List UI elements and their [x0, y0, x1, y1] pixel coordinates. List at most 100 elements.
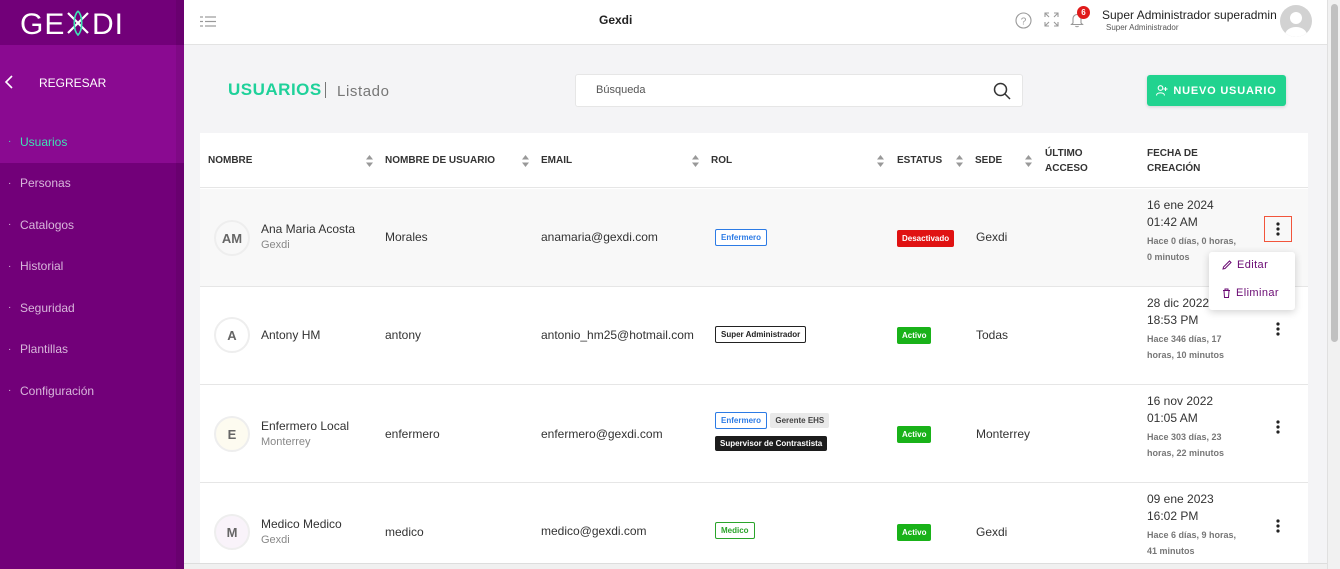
- sidebar-item-usuarios[interactable]: · Usuarios: [0, 121, 184, 163]
- table-row[interactable]: AM Ana Maria Acosta Gexdi Morales anamar…: [200, 189, 1308, 287]
- help-icon[interactable]: ?: [1015, 12, 1032, 29]
- table-row[interactable]: A Antony HM antony antonio_hm25@hotmail.…: [200, 287, 1308, 385]
- sort-icon[interactable]: [877, 154, 884, 167]
- role-badge: Supervisor de Contrastista: [715, 436, 828, 451]
- sort-icon[interactable]: [366, 154, 373, 167]
- created-date-cell: 09 ene 2023 16:02 PM Hace 6 días, 9 hora…: [1147, 491, 1242, 559]
- column-header-sede[interactable]: SEDE: [975, 133, 1025, 188]
- new-user-button[interactable]: NUEVO USUARIO: [1147, 75, 1286, 106]
- kebab-icon: [1276, 420, 1280, 434]
- svg-text:DI: DI: [92, 8, 124, 40]
- status-badge: Desactivado: [897, 230, 955, 247]
- sort-icon[interactable]: [956, 154, 963, 167]
- sort-icon[interactable]: [522, 154, 529, 167]
- table-row[interactable]: M Medico Medico Gexdi medico medico@gexd…: [200, 483, 1308, 569]
- sede-cell: Gexdi: [976, 230, 1008, 244]
- sidebar-item-configuracion[interactable]: · Configuración: [0, 370, 184, 412]
- role-badge: Enfermero: [715, 229, 768, 246]
- row-actions-button[interactable]: [1264, 216, 1292, 242]
- page-title: USUARIOS: [228, 80, 322, 99]
- sede-cell: Monterrey: [976, 427, 1031, 441]
- user-avatar[interactable]: [1280, 5, 1312, 37]
- created-date-cell: 16 nov 2022 01:05 AM Hace 303 días, 23 h…: [1147, 393, 1242, 461]
- menu-item-edit[interactable]: Editar: [1222, 259, 1268, 271]
- column-header-estatus[interactable]: ESTATUS: [897, 133, 957, 188]
- column-header-nombre-usuario[interactable]: NOMBRE DE USUARIO: [385, 133, 515, 188]
- kebab-icon: [1276, 322, 1280, 336]
- sort-icon[interactable]: [1025, 154, 1032, 167]
- created-time: 01:42 AM: [1147, 215, 1198, 229]
- user-name-cell: Ana Maria Acosta: [261, 222, 356, 236]
- trash-icon: [1223, 288, 1230, 298]
- email-cell: antonio_hm25@hotmail.com: [541, 328, 694, 342]
- user-name-cell: Enfermero Local: [261, 419, 350, 433]
- user-role: Super Administrador: [1106, 23, 1179, 32]
- created-ago: Hace 6 días, 9 horas, 41 minutos: [1147, 530, 1237, 556]
- sidebar-item-label: Plantillas: [20, 342, 69, 357]
- role-badge: Super Administrador: [715, 326, 807, 343]
- avatar: A: [214, 317, 250, 353]
- username-cell: medico: [385, 525, 424, 539]
- menu-item-label: Editar: [1237, 259, 1269, 271]
- back-button[interactable]: REGRESAR: [0, 45, 184, 121]
- row-actions-menu: Editar Eliminar: [1209, 252, 1295, 310]
- user-name-cell: Medico Medico: [261, 517, 342, 531]
- column-header-ultimo-acceso[interactable]: ÚLTIMO ACCESO: [1045, 133, 1105, 188]
- role-badge: Medico: [715, 522, 755, 539]
- column-header-nombre[interactable]: NOMBRE: [208, 133, 358, 188]
- column-header-fecha-creacion[interactable]: FECHA DE CREACIÓN: [1147, 133, 1227, 188]
- sidebar-item-personas[interactable]: · Personas: [0, 163, 184, 205]
- user-org-cell: Gexdi: [261, 534, 290, 546]
- created-time: 16:02 PM: [1147, 509, 1199, 523]
- sidebar-item-label: Seguridad: [20, 300, 75, 315]
- email-cell: anamaria@gexdi.com: [541, 230, 658, 244]
- scrollbar-thumb[interactable]: [1331, 4, 1338, 342]
- sort-icon[interactable]: [692, 154, 699, 167]
- role-cell: Medico: [715, 522, 755, 539]
- sidebar-edge: [176, 0, 184, 569]
- title-divider: [325, 82, 326, 98]
- app-logo: GE DI: [0, 0, 184, 45]
- role-badge: Enfermero: [715, 412, 768, 429]
- avatar: AM: [214, 220, 250, 256]
- sidebar-item-catalogos[interactable]: · Catalogos: [0, 204, 184, 246]
- search-input[interactable]: [596, 84, 976, 96]
- table-row[interactable]: E Enfermero Local Monterrey enfermero en…: [200, 385, 1308, 483]
- status-badge: Activo: [897, 524, 932, 541]
- user-org-cell: Gexdi: [261, 239, 290, 251]
- sidebar-item-seguridad[interactable]: · Seguridad: [0, 287, 184, 329]
- created-time: 18:53 PM: [1147, 313, 1199, 327]
- sidebar-item-label: Historial: [20, 259, 64, 274]
- row-actions-button[interactable]: [1264, 316, 1292, 342]
- menu-item-delete[interactable]: Eliminar: [1222, 287, 1279, 299]
- row-actions-button[interactable]: [1264, 513, 1292, 539]
- menu-item-label: Eliminar: [1236, 287, 1279, 299]
- role-cell: Enfermero Gerente EHS Supervisor de Cont…: [715, 412, 885, 451]
- avatar: E: [214, 416, 250, 452]
- top-bar: Gexdi ? 6 Super Administrador superadmin…: [184, 0, 1327, 45]
- role-cell: Enfermero: [715, 229, 768, 246]
- menu-icon[interactable]: [200, 15, 216, 28]
- sidebar-item-label: Configuración: [20, 383, 95, 398]
- pencil-icon: [1222, 260, 1232, 270]
- sidebar-item-plantillas[interactable]: · Plantillas: [0, 329, 184, 371]
- horizontal-scrollbar[interactable]: [184, 563, 1327, 569]
- user-org-cell: Monterrey: [261, 436, 311, 448]
- vertical-scrollbar[interactable]: [1327, 0, 1340, 569]
- add-user-icon: [1156, 85, 1168, 96]
- user-name[interactable]: Super Administrador superadmin: [1102, 8, 1277, 22]
- sidebar-item-label: Personas: [20, 176, 71, 191]
- search-icon[interactable]: [993, 82, 1011, 100]
- status-badge: Activo: [897, 327, 932, 344]
- column-header-email[interactable]: EMAIL: [541, 133, 681, 188]
- fullscreen-icon[interactable]: [1044, 12, 1061, 29]
- username-cell: enfermero: [385, 427, 440, 441]
- kebab-icon: [1276, 222, 1280, 236]
- sidebar-item-historial[interactable]: · Historial: [0, 246, 184, 288]
- created-ago: Hace 346 días, 17 horas, 10 minutos: [1147, 334, 1225, 360]
- email-cell: medico@gexdi.com: [541, 524, 647, 538]
- row-actions-button[interactable]: [1264, 414, 1292, 440]
- sede-cell: Gexdi: [976, 525, 1008, 539]
- column-header-rol[interactable]: ROL: [711, 133, 861, 188]
- back-label: REGRESAR: [39, 76, 107, 90]
